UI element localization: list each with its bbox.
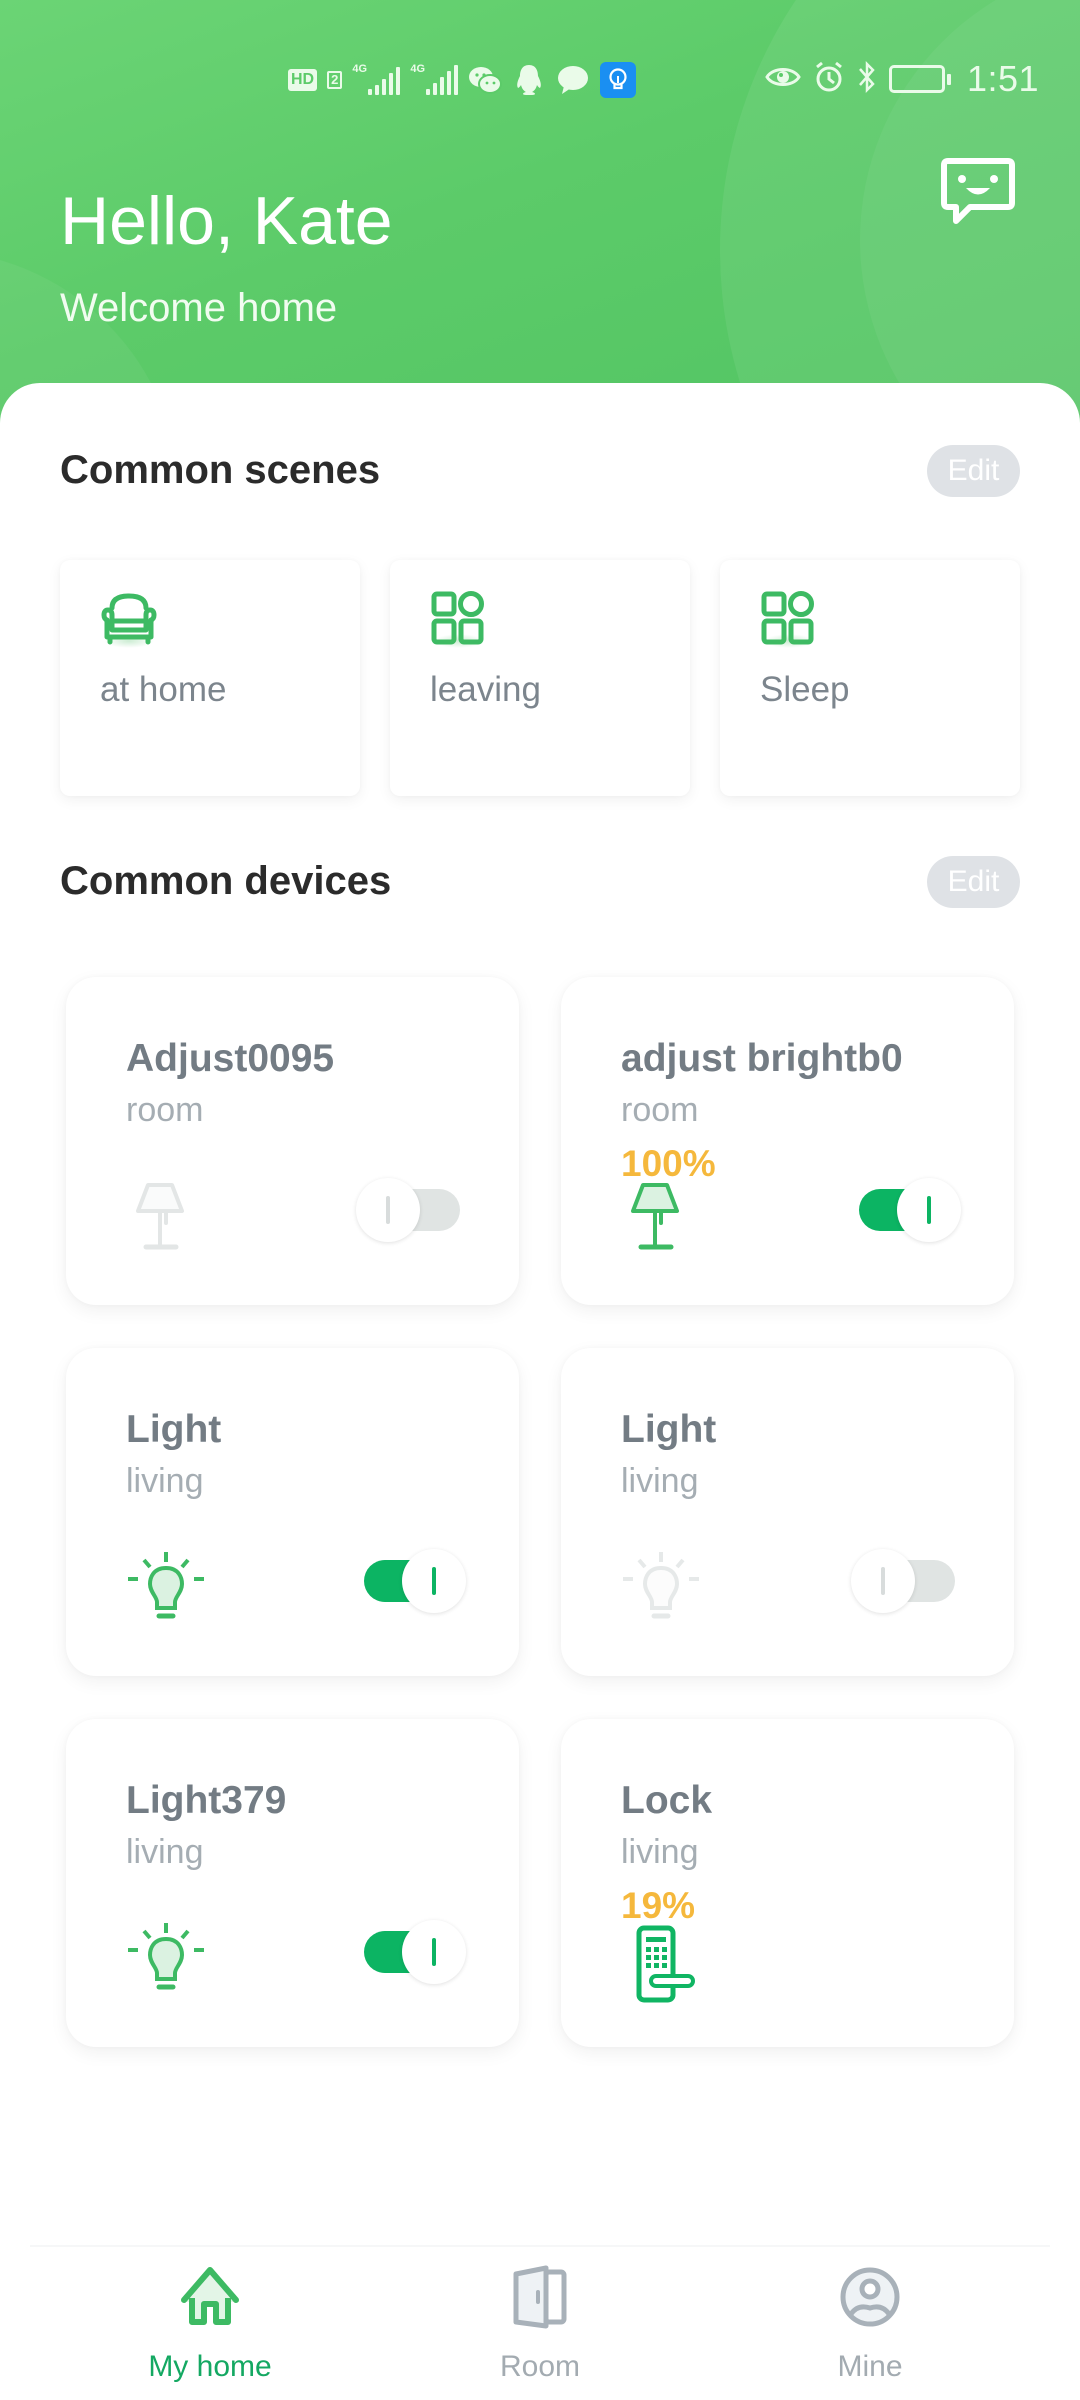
light-bulb-icon: [126, 1548, 206, 1628]
greeting-subtitle: Welcome home: [60, 286, 338, 330]
eye-icon: [765, 64, 801, 95]
device-card-adjust0095[interactable]: Adjust0095 room: [66, 977, 519, 1305]
header: HD 2 4G 4G 1:51 Hello, Kate Welcome home: [0, 0, 1080, 430]
greeting-title: Hello, Kate: [60, 183, 393, 259]
table-lamp-icon: [126, 1181, 206, 1261]
nav-label: My home: [148, 2350, 272, 2383]
scene-label: Sleep: [760, 670, 850, 709]
chat-button[interactable]: [938, 153, 1018, 231]
scene-card-leaving[interactable]: leaving: [390, 560, 690, 796]
device-room: living: [621, 1833, 699, 1871]
chat-smile-icon: [941, 158, 1015, 224]
sim2-icon: 2: [327, 71, 343, 89]
power-toggle[interactable]: [851, 1178, 961, 1242]
light-bulb-icon: [621, 1548, 701, 1628]
home-icon: [178, 2264, 242, 2330]
user-profile-icon: [838, 2264, 902, 2330]
hd-icon: HD: [288, 69, 318, 91]
device-room: living: [126, 1462, 204, 1500]
power-toggle[interactable]: [356, 1178, 466, 1242]
status-bar: HD 2 4G 4G 1:51: [0, 55, 1080, 105]
scene-label: at home: [100, 670, 227, 709]
signal-4g-sim1-icon: 4G: [352, 63, 401, 95]
device-room: room: [126, 1091, 204, 1129]
nav-tab-room[interactable]: Room: [440, 2258, 640, 2398]
nav-label: Mine: [837, 2350, 903, 2383]
devices-section-title: Common devices: [60, 859, 392, 903]
brightness-level: 100%: [621, 1143, 716, 1184]
lightbulb-app-icon: [600, 62, 637, 98]
scenes-section-title: Common scenes: [60, 448, 381, 492]
grid-apps-icon: [430, 590, 488, 648]
device-room: living: [126, 1833, 204, 1871]
signal-4g-sim2-icon: 4G: [410, 63, 459, 95]
power-toggle[interactable]: [356, 1920, 466, 1984]
scene-card-sleep[interactable]: Sleep: [720, 560, 1020, 796]
bluetooth-icon: [857, 60, 877, 99]
device-name: Lock: [621, 1779, 713, 1822]
light-bulb-icon: [126, 1919, 206, 1999]
device-name: Light379: [126, 1779, 287, 1822]
scene-card-at-home[interactable]: at home: [60, 560, 360, 796]
wechat-icon: [468, 63, 503, 97]
device-card-adjust-brightb0[interactable]: adjust brightb0 room 100%: [561, 977, 1014, 1305]
nav-label: Room: [499, 2350, 581, 2383]
qq-icon: [512, 63, 546, 97]
device-name: Adjust0095: [126, 1037, 335, 1080]
device-name: adjust brightb0: [621, 1037, 903, 1080]
device-name: Light: [126, 1408, 222, 1451]
power-toggle[interactable]: [356, 1549, 466, 1613]
scene-label: leaving: [430, 670, 541, 709]
device-card-light379[interactable]: Light379 living: [66, 1719, 519, 2047]
device-room: room: [621, 1091, 699, 1129]
device-card-lock[interactable]: Lock living 19%: [561, 1719, 1014, 2047]
power-toggle[interactable]: [851, 1549, 961, 1613]
battery-level: 19%: [621, 1885, 696, 1926]
grid-apps-icon: [760, 590, 818, 648]
edit-devices-button[interactable]: Edit: [927, 856, 1020, 908]
armchair-icon: [100, 590, 158, 648]
device-card-light[interactable]: Light living: [561, 1348, 1014, 1676]
device-card-light[interactable]: Light living: [66, 1348, 519, 1676]
nav-divider: [30, 2245, 1050, 2247]
device-name: Light: [621, 1408, 717, 1451]
table-lamp-icon: [621, 1181, 701, 1261]
door-icon: [508, 2264, 572, 2330]
clock-time: 1:51: [967, 58, 1040, 99]
door-lock-icon: [621, 1924, 701, 2004]
nav-tab-my-home[interactable]: My home: [110, 2258, 310, 2398]
message-icon: [556, 63, 590, 97]
edit-scenes-button[interactable]: Edit: [927, 445, 1020, 497]
battery-icon: [889, 65, 951, 93]
nav-tab-mine[interactable]: Mine: [770, 2258, 970, 2398]
alarm-icon: [813, 60, 845, 99]
device-room: living: [621, 1462, 699, 1500]
